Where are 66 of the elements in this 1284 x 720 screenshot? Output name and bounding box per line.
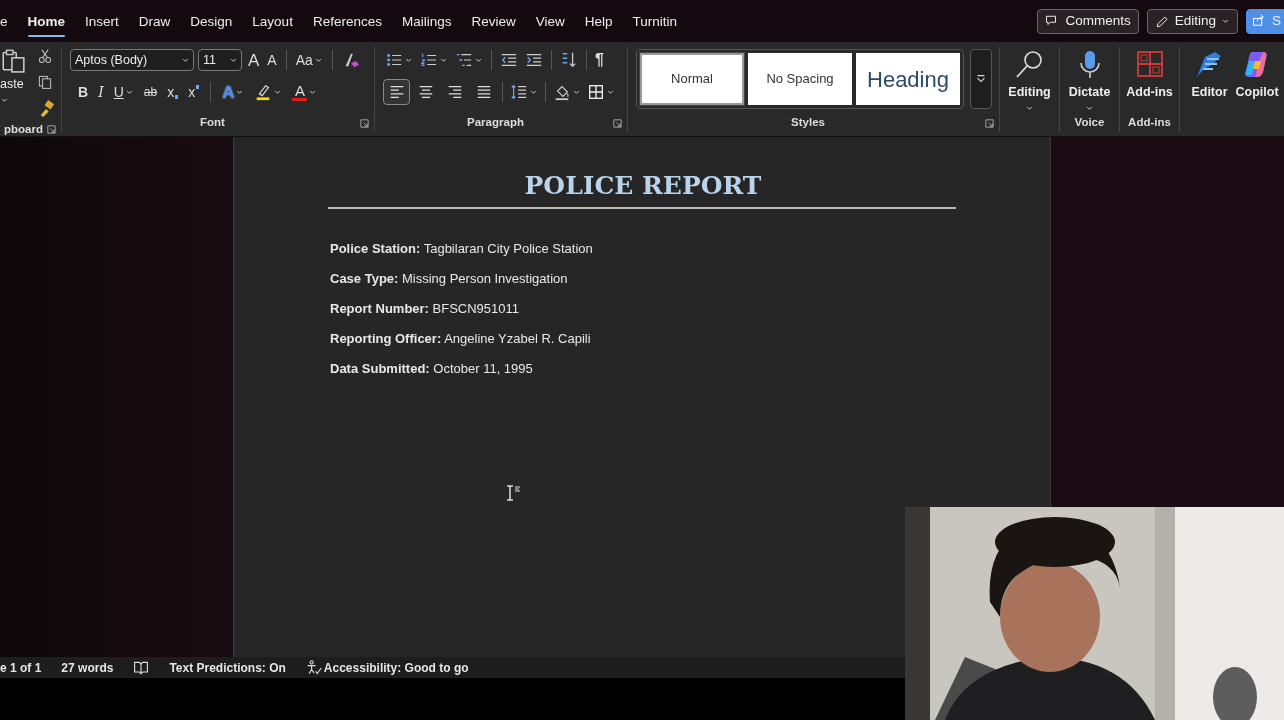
- editing-mode-button[interactable]: Editing: [1146, 8, 1238, 34]
- report-field: Reporting Officer: Angeline Yzabel R. Capili: [330, 331, 956, 347]
- ribbon-tab[interactable]: Draw: [138, 1, 171, 41]
- book-icon[interactable]: [133, 659, 150, 676]
- report-field: Report Number: BFSCN951011: [330, 301, 956, 317]
- subscript-button[interactable]: x: [165, 79, 181, 105]
- group-label: Styles: [790, 115, 826, 131]
- indent-icon: [525, 51, 543, 69]
- font-color-button[interactable]: A: [290, 79, 320, 105]
- strikethrough-button[interactable]: ab: [141, 79, 160, 105]
- expand-icon: [975, 73, 987, 85]
- editing-button[interactable]: Editing: [1004, 49, 1055, 114]
- report-field: Case Type: Missing Person Investigation: [330, 271, 956, 287]
- ribbon-tab[interactable]: Help: [584, 1, 613, 41]
- copilot-button[interactable]: Copilot: [1231, 49, 1283, 114]
- align-left-icon[interactable]: [383, 79, 410, 105]
- page-count: e 1 of 1: [0, 659, 42, 677]
- superscript-button[interactable]: x: [186, 79, 202, 105]
- group-label: pboard: [4, 122, 44, 137]
- ribbon-tab[interactable]: Home: [27, 1, 66, 41]
- heading-style[interactable]: Heading: [856, 53, 960, 105]
- ribbon-tab[interactable]: e: [0, 1, 8, 41]
- italic-button[interactable]: I: [96, 79, 106, 105]
- accessibility-icon: [305, 659, 322, 676]
- font-size-dropdown[interactable]: 11: [198, 49, 242, 71]
- ribbon-tab[interactable]: Insert: [85, 1, 119, 41]
- ribbon-tab[interactable]: Review: [471, 1, 516, 41]
- editor-button[interactable]: Editor: [1187, 49, 1232, 114]
- dictate-button[interactable]: Dictate: [1064, 49, 1115, 114]
- shrink-font-button[interactable]: A: [265, 47, 279, 73]
- report-field: Data Submitted: October 11, 1995: [330, 361, 956, 377]
- group-label: Font: [199, 115, 226, 131]
- font-name-dropdown[interactable]: Aptos (Body): [70, 49, 194, 71]
- ribbon-tab[interactable]: View: [535, 1, 565, 41]
- group-label: Paragraph: [466, 115, 525, 131]
- ribbon-tab[interactable]: References: [312, 1, 382, 41]
- text-predictions-button[interactable]: Text Predictions: On: [169, 657, 286, 678]
- show-formatting-button[interactable]: ¶: [593, 47, 606, 73]
- dialog-launcher-icon[interactable]: [612, 117, 623, 129]
- dialog-launcher-icon[interactable]: [359, 117, 370, 129]
- style-option[interactable]: Normal: [640, 53, 744, 105]
- word-count: 27 words: [61, 659, 114, 677]
- ribbon-tab[interactable]: Layout: [252, 1, 293, 41]
- add-ins-button[interactable]: Add-ins: [1122, 49, 1177, 114]
- dialog-launcher-icon[interactable]: [984, 117, 995, 129]
- share-icon: [1252, 13, 1267, 29]
- report-field: Police Station: Tagbilaran City Police Station: [330, 241, 956, 257]
- grow-font-button[interactable]: A: [246, 47, 262, 73]
- outdent-icon: [500, 51, 518, 69]
- group-label: Add-ins: [1127, 115, 1172, 131]
- group-label: Voice: [1073, 115, 1106, 131]
- ribbon-tab[interactable]: Design: [190, 1, 233, 41]
- bold-button[interactable]: B: [76, 79, 91, 105]
- change-case-button[interactable]: Aa: [293, 47, 325, 73]
- ribbon-tab[interactable]: Turnitin: [632, 1, 678, 41]
- document-title: POLICE REPORT: [523, 171, 763, 201]
- underline-button[interactable]: U: [111, 79, 136, 105]
- text-effects-button[interactable]: A: [220, 79, 247, 105]
- dialog-launcher-icon[interactable]: [46, 124, 57, 136]
- multilevel-icon: [455, 51, 473, 69]
- ribbon-tab[interactable]: Mailings: [401, 1, 452, 41]
- style-option[interactable]: No Spacing: [748, 53, 852, 105]
- paste-button[interactable]: aste: [0, 47, 26, 121]
- accessibility-button[interactable]: Accessibility: Good to go: [305, 657, 469, 678]
- spacing-icon: [510, 83, 528, 101]
- comments-button[interactable]: Comments: [1037, 8, 1139, 34]
